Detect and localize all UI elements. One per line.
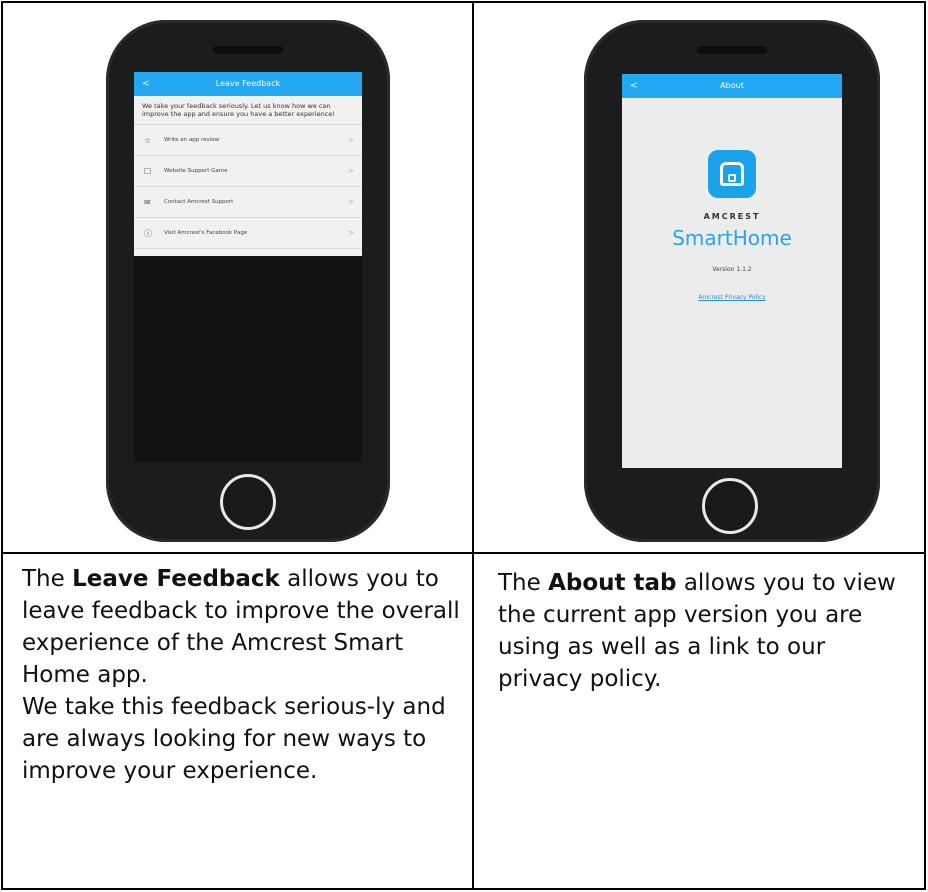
caption-text: The [498, 570, 549, 596]
caption-leave-feedback: The Leave Feedback allows you to leave f… [22, 563, 462, 787]
caption-paragraph: The About tab allows you to view the cur… [498, 567, 908, 695]
app-header: < Leave Feedback [134, 72, 362, 96]
phone-screen: < Leave Feedback We take your feedback s… [134, 72, 362, 462]
feedback-body: We take your feedback seriously. Let us … [134, 96, 362, 256]
feedback-item-contact[interactable]: ✉ Contact Amcrest Support > [134, 187, 362, 218]
privacy-policy-link[interactable]: Amcrest Privacy Policy [622, 294, 842, 301]
document-icon: ☐ [144, 167, 152, 176]
info-icon: ⓘ [144, 229, 152, 238]
feedback-intro: We take your feedback seriously. Let us … [134, 96, 362, 125]
feedback-item-label: Visit Amcrest's Facebook Page [164, 230, 248, 236]
feedback-item-label: Write an app review [164, 137, 220, 143]
phone-mockup-about: < About AMCREST SmartHome Version 1.1.2 … [584, 20, 880, 542]
product-name: SmartHome [672, 226, 792, 250]
app-logo-icon [708, 150, 756, 198]
home-button [220, 474, 276, 530]
caption-about-tab: The About tab allows you to view the cur… [498, 567, 908, 695]
app-version: Version 1.1.2 [712, 266, 752, 273]
feedback-item-support[interactable]: ☐ Website Support Game > [134, 156, 362, 187]
home-button [702, 478, 758, 534]
phone-screen: < About AMCREST SmartHome Version 1.1.2 … [622, 74, 842, 468]
chevron-right-icon: > [348, 136, 354, 144]
table-divider-vertical [472, 3, 474, 888]
earpiece [697, 46, 767, 54]
feedback-item-facebook[interactable]: ⓘ Visit Amcrest's Facebook Page > [134, 218, 362, 249]
screen-title: About [720, 81, 744, 90]
back-arrow-icon[interactable]: < [630, 74, 638, 98]
about-body: AMCREST SmartHome Version 1.1.2 Amcrest … [622, 98, 842, 468]
earpiece [213, 46, 283, 54]
chevron-right-icon: > [348, 198, 354, 206]
app-header: < About [622, 74, 842, 98]
brand-name: AMCREST [703, 212, 761, 221]
caption-emphasis: Leave Feedback [72, 566, 280, 592]
chevron-right-icon: > [348, 167, 354, 175]
phone-mockup-feedback: < Leave Feedback We take your feedback s… [106, 20, 390, 542]
feedback-item-review[interactable]: ☆ Write an app review > [134, 125, 362, 156]
door-icon [728, 174, 736, 182]
table-divider-horizontal [3, 552, 924, 554]
screen-title: Leave Feedback [215, 79, 281, 88]
caption-emphasis: About tab [548, 570, 677, 596]
feedback-item-label: Website Support Game [164, 168, 228, 174]
caption-text: The [22, 566, 73, 592]
mail-icon: ✉ [144, 198, 151, 207]
caption-paragraph: We take this feedback serious-ly and are… [22, 694, 446, 784]
feedback-item-label: Contact Amcrest Support [164, 199, 234, 205]
star-icon: ☆ [144, 136, 152, 145]
back-arrow-icon[interactable]: < [142, 72, 150, 96]
caption-paragraph: The Leave Feedback allows you to leave f… [22, 563, 462, 691]
chevron-right-icon: > [348, 229, 354, 237]
